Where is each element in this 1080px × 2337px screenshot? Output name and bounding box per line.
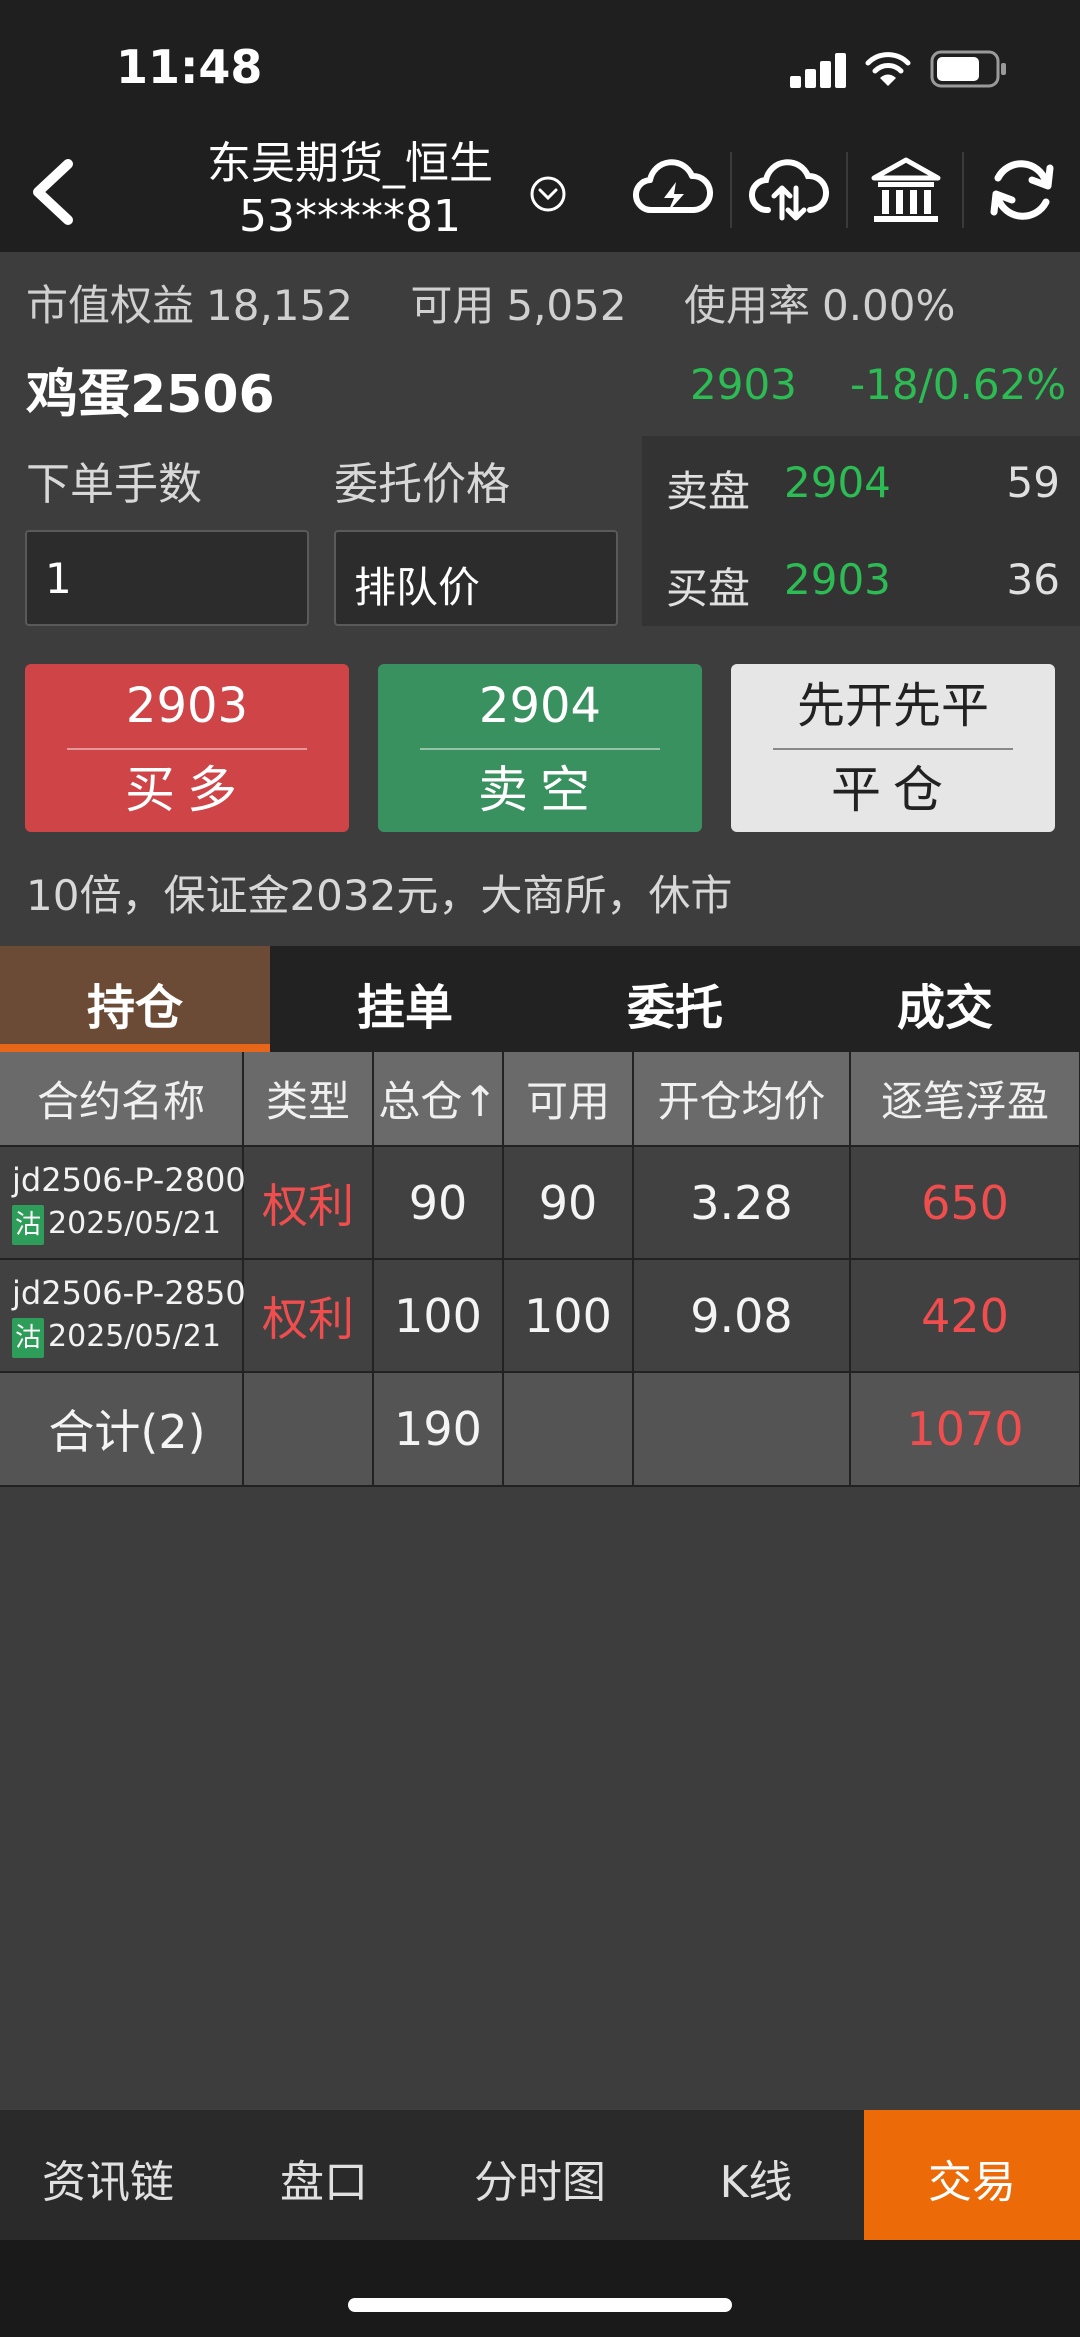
column-header[interactable]: 逐笔浮盈 [850, 1052, 1080, 1147]
total-position: 90 [373, 1146, 504, 1260]
sell-short-button[interactable]: 2904 卖空 [378, 664, 702, 832]
last-price: 2903 [690, 360, 797, 409]
status-time: 11:48 [116, 40, 263, 94]
ask-row[interactable]: 卖盘 2904 59 [642, 436, 1080, 531]
account-summary: 市值权益 18,152 可用 5,052 使用率 0.00% [26, 272, 999, 333]
put-badge: 沽 [12, 1317, 45, 1358]
total-row: 合计(2) 190 1070 [0, 1372, 1080, 1487]
margin-note: 10倍，保证金2032元，大商所，休市 [26, 871, 733, 920]
signal-icon [790, 52, 846, 88]
table-header: 合约名称 类型 总仓↑ 可用 开仓均价 逐笔浮盈 [0, 1052, 1080, 1147]
table-row[interactable]: jd2506-P-2800 沽 2025/05/21 权利 90 90 3.28 … [0, 1146, 1080, 1260]
cloud-sync-icon[interactable] [746, 148, 830, 232]
ask-price: 2904 [784, 458, 891, 507]
bid-label: 买盘 [666, 564, 751, 613]
back-icon[interactable] [20, 152, 90, 232]
button-divider [773, 748, 1013, 750]
buy-long-button[interactable]: 2903 买多 [25, 664, 349, 832]
header-divider [846, 152, 848, 228]
column-header[interactable]: 总仓↑ [373, 1052, 504, 1147]
total-position: 100 [373, 1259, 504, 1373]
button-divider [420, 748, 660, 750]
nav-intraday[interactable]: 分时图 [432, 2110, 648, 2240]
expiry-date: 2025/05/21 [48, 1319, 221, 1355]
app-header: 东吴期货_恒生 53*****81 [0, 130, 1080, 252]
battery-icon [930, 50, 1006, 88]
account-name[interactable]: 东吴期货_恒生 [140, 136, 560, 192]
nav-news[interactable]: 资讯链 [0, 2110, 216, 2240]
column-header[interactable]: 可用 [503, 1052, 634, 1147]
bid-volume: 36 [1006, 555, 1060, 604]
total-position-sum: 190 [373, 1372, 504, 1487]
buy-label: 买多 [125, 761, 249, 819]
position-type: 权利 [243, 1146, 374, 1260]
bid-row[interactable]: 买盘 2903 36 [642, 533, 1080, 628]
total-label: 合计(2) [0, 1372, 244, 1487]
price-change: -18/0.62% [850, 360, 1067, 409]
cloud-bolt-icon[interactable] [630, 148, 714, 232]
contract-code: jd2506-P-2850 [12, 1274, 246, 1313]
order-book: 卖盘 2904 59 买盘 2903 36 [642, 436, 1080, 626]
floating-pnl: 650 [850, 1146, 1080, 1260]
bid-price: 2903 [784, 555, 891, 604]
price-type-input[interactable]: 排队价 [334, 530, 618, 626]
available-position: 100 [503, 1259, 634, 1373]
status-bar: 11:48 [0, 0, 1080, 130]
refresh-icon[interactable] [980, 148, 1064, 232]
position-type: 权利 [243, 1259, 374, 1373]
contract-name[interactable]: 鸡蛋2506 [26, 352, 275, 427]
contract-cell: jd2506-P-2850 沽 2025/05/21 [0, 1259, 246, 1373]
column-header[interactable]: 类型 [243, 1052, 374, 1147]
table-row[interactable]: jd2506-P-2850 沽 2025/05/21 权利 100 100 9.0… [0, 1259, 1080, 1373]
column-header[interactable]: 合约名称 [0, 1052, 244, 1147]
nav-trade[interactable]: 交易 [864, 2110, 1080, 2240]
header-divider [962, 152, 964, 228]
available-position: 90 [503, 1146, 634, 1260]
contract-code: jd2506-P-2800 [12, 1161, 246, 1200]
contract-cell: jd2506-P-2800 沽 2025/05/21 [0, 1146, 246, 1260]
sell-label: 卖空 [478, 761, 602, 819]
buy-price: 2903 [125, 678, 249, 734]
positions-table: 合约名称 类型 总仓↑ 可用 开仓均价 逐笔浮盈 jd2506-P-2800 沽… [0, 1052, 1080, 1487]
price-type-label: 委托价格 [334, 459, 510, 510]
tab-pending-orders[interactable]: 挂单 [270, 946, 540, 1052]
header-divider [730, 152, 732, 228]
lots-label: 下单手数 [26, 459, 202, 510]
empty-cell [633, 1372, 851, 1487]
sell-price: 2904 [478, 678, 602, 734]
avg-open-price: 3.28 [633, 1146, 851, 1260]
nav-kline[interactable]: K线 [648, 2110, 864, 2240]
chevron-down-icon[interactable] [528, 174, 568, 214]
tab-bar: 持仓 挂单 委托 成交 [0, 946, 1080, 1052]
empty-cell [503, 1372, 634, 1487]
tab-positions[interactable]: 持仓 [0, 946, 270, 1052]
bottom-nav: 资讯链 盘口 分时图 K线 交易 [0, 2110, 1080, 2240]
put-badge: 沽 [12, 1204, 45, 1245]
tab-orders[interactable]: 委托 [540, 946, 810, 1052]
account-id[interactable]: 53*****81 [140, 192, 560, 242]
equity: 市值权益 18,152 [26, 281, 353, 330]
lots-input[interactable]: 1 [25, 530, 309, 626]
expiry-date: 2025/05/21 [48, 1206, 221, 1242]
home-area [0, 2240, 1080, 2337]
close-label: 平仓 [831, 761, 955, 819]
home-indicator[interactable] [348, 2298, 732, 2312]
ask-volume: 59 [1006, 458, 1060, 507]
available-funds: 可用 5,052 [410, 281, 627, 330]
ask-label: 卖盘 [666, 467, 751, 516]
usage-rate: 使用率 0.00% [683, 281, 956, 330]
button-divider [67, 748, 307, 750]
nav-depth[interactable]: 盘口 [216, 2110, 432, 2240]
tab-trades[interactable]: 成交 [810, 946, 1080, 1052]
bank-icon[interactable] [864, 148, 948, 232]
close-position-button[interactable]: 先开先平 平仓 [731, 664, 1055, 832]
close-mode: 先开先平 [796, 678, 989, 734]
floating-pnl: 420 [850, 1259, 1080, 1373]
total-pnl: 1070 [850, 1372, 1080, 1487]
avg-open-price: 9.08 [633, 1259, 851, 1373]
column-header[interactable]: 开仓均价 [633, 1052, 851, 1147]
empty-cell [243, 1372, 374, 1487]
wifi-icon [865, 52, 911, 86]
